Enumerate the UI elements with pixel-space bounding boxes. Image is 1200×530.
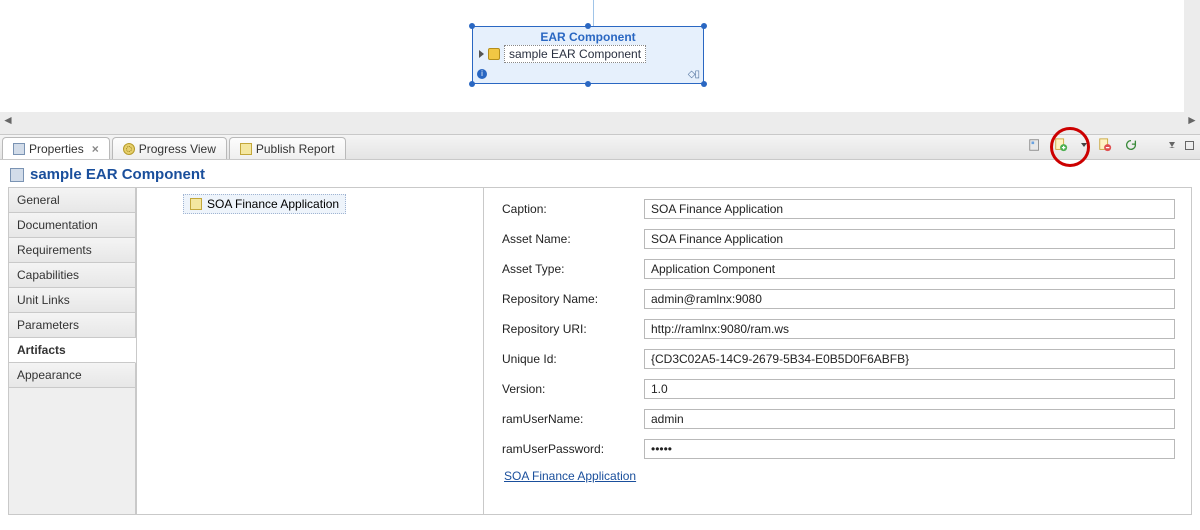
side-tab-list: General Documentation Requirements Capab… (8, 187, 136, 515)
artifact-item[interactable]: SOA Finance Application (183, 194, 346, 214)
tab-label: Properties (29, 142, 84, 156)
properties-title: sample EAR Component (30, 166, 205, 183)
label-repository-name: Repository Name: (502, 292, 634, 306)
side-tab-documentation[interactable]: Documentation (9, 213, 136, 238)
scroll-track[interactable] (16, 112, 1184, 128)
input-asset-name[interactable] (644, 229, 1175, 249)
label-ram-username: ramUserName: (502, 412, 634, 426)
toolbar-button-add[interactable] (1053, 137, 1069, 153)
tab-label: Publish Report (256, 142, 335, 156)
side-tab-general[interactable]: General (9, 188, 136, 213)
properties-body: General Documentation Requirements Capab… (0, 187, 1200, 523)
component-name[interactable]: sample EAR Component (504, 45, 646, 63)
resize-handle[interactable] (701, 23, 707, 29)
toolbar-button-1[interactable] (1027, 137, 1043, 153)
side-tab-artifacts[interactable]: Artifacts (9, 338, 136, 363)
toolbar-button-refresh[interactable] (1123, 137, 1139, 153)
resize-handle[interactable] (701, 81, 707, 87)
input-ram-username[interactable] (644, 409, 1175, 429)
artifacts-tree[interactable]: SOA Finance Application (136, 187, 484, 515)
label-asset-name: Asset Name: (502, 232, 634, 246)
side-tab-unit-links[interactable]: Unit Links (9, 288, 136, 313)
side-tab-appearance[interactable]: Appearance (9, 363, 136, 388)
tab-properties[interactable]: Properties × (2, 137, 110, 159)
label-repository-uri: Repository URI: (502, 322, 634, 336)
tab-publish-report[interactable]: Publish Report (229, 137, 346, 159)
tab-label: Progress View (139, 142, 216, 156)
artifact-form: Caption: Asset Name: Asset Type: Reposit… (484, 187, 1192, 515)
toolbar-button-remove[interactable] (1097, 137, 1113, 153)
view-tabs: Properties × Progress View Publish Repor… (0, 134, 1200, 160)
input-repository-uri[interactable] (644, 319, 1175, 339)
resize-handle[interactable] (469, 23, 475, 29)
maximize-view-button[interactable] (1185, 141, 1194, 150)
side-tab-requirements[interactable]: Requirements (9, 238, 136, 263)
component-icon (488, 48, 500, 60)
minimize-view-button[interactable] (1169, 142, 1175, 148)
side-tab-capabilities[interactable]: Capabilities (9, 263, 136, 288)
input-version[interactable] (644, 379, 1175, 399)
info-icon[interactable]: i (477, 69, 487, 79)
horizontal-scrollbar[interactable]: ◄ ► (0, 112, 1200, 128)
component-header: EAR Component (473, 27, 703, 45)
resize-handle[interactable] (585, 81, 591, 87)
properties-header: sample EAR Component (0, 160, 1200, 187)
label-caption: Caption: (502, 202, 634, 216)
resize-handle[interactable] (585, 23, 591, 29)
ear-component-node[interactable]: EAR Component sample EAR Component i ◇▯ (472, 26, 704, 84)
artifact-icon (190, 198, 202, 210)
input-repository-name[interactable] (644, 289, 1175, 309)
label-ram-password: ramUserPassword: (502, 442, 634, 456)
artifact-label: SOA Finance Application (207, 197, 339, 211)
properties-header-icon (10, 168, 24, 182)
toolbar-dropdown-caret[interactable] (1081, 143, 1087, 147)
label-asset-type: Asset Type: (502, 262, 634, 276)
tab-progress-view[interactable]: Progress View (112, 137, 227, 159)
label-version: Version: (502, 382, 634, 396)
diagram-canvas[interactable]: EAR Component sample EAR Component i ◇▯ (0, 0, 1200, 112)
artifact-link[interactable]: SOA Finance Application (502, 464, 1175, 488)
label-unique-id: Unique Id: (502, 352, 634, 366)
scroll-right-button[interactable]: ► (1184, 112, 1200, 128)
resize-indicator-icon: ◇▯ (688, 69, 699, 80)
input-ram-password[interactable] (644, 439, 1175, 459)
input-caption[interactable] (644, 199, 1175, 219)
scroll-left-button[interactable]: ◄ (0, 112, 16, 128)
close-icon[interactable]: × (88, 142, 99, 156)
progress-icon (123, 143, 135, 155)
expand-toggle-icon[interactable] (479, 50, 484, 58)
report-icon (240, 143, 252, 155)
side-tab-filler (9, 388, 136, 514)
side-tab-parameters[interactable]: Parameters (9, 313, 136, 338)
connector-line (593, 0, 594, 26)
input-asset-type[interactable] (644, 259, 1175, 279)
resize-handle[interactable] (469, 81, 475, 87)
input-unique-id[interactable] (644, 349, 1175, 369)
properties-icon (13, 143, 25, 155)
